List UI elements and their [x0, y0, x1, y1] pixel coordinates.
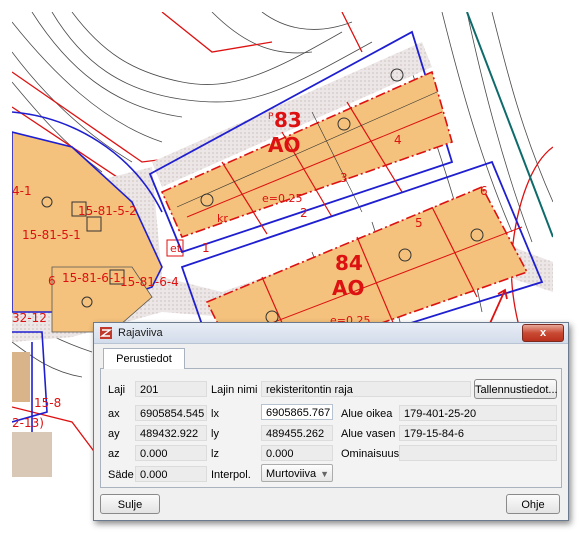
- point-number: 1: [202, 241, 210, 255]
- alue-vasen-field: 179-15-84-6: [399, 425, 557, 441]
- interpol-select[interactable]: Murtoviiva ▼: [261, 464, 333, 482]
- ax-label: ax: [108, 408, 120, 420]
- block83-zone-label: AO: [268, 133, 300, 157]
- alue-vasen-label: Alue vasen: [341, 428, 396, 440]
- ominaisuus-field: [399, 445, 557, 461]
- ly-field: 489455.262: [261, 425, 333, 441]
- ominaisuus-label: Ominaisuus: [341, 448, 400, 460]
- parcel-label: 15-81-5-1: [22, 228, 81, 242]
- tallennustiedot-button[interactable]: Tallennustiedot...: [474, 379, 558, 399]
- point-number: 6: [480, 184, 488, 198]
- parcel-label: 32-12: [12, 311, 47, 325]
- lz-field: 0.000: [261, 445, 333, 461]
- sade-field: 0.000: [135, 466, 207, 482]
- laji-label: Laji: [108, 384, 126, 396]
- parcel-label: 15-81-6-1: [62, 271, 121, 285]
- kr-label: kr: [217, 212, 228, 225]
- lajinimi-field: rekisteritontin raja: [261, 381, 471, 397]
- parcel-label: 15-81-5-2: [78, 204, 137, 218]
- block83-number-label: 83: [274, 108, 302, 132]
- az-label: az: [108, 448, 120, 460]
- alue-oikea-label: Alue oikea: [341, 408, 393, 420]
- sade-label: Säde: [108, 469, 134, 481]
- parcel-label: 15-8: [34, 396, 61, 410]
- rajaviiva-dialog: Rajaviiva x Perustiedot Laji 201 Lajin n…: [93, 322, 569, 521]
- close-icon: x: [539, 327, 547, 339]
- sulje-button[interactable]: Sulje: [100, 494, 160, 514]
- ohje-button[interactable]: Ohje: [506, 494, 560, 514]
- ay-field: 489432.922: [135, 425, 207, 441]
- interpol-value: Murtoviiva: [266, 468, 317, 480]
- point-number: 3: [340, 171, 348, 185]
- parcel-label: 6: [48, 274, 56, 288]
- point-number: 5: [415, 216, 423, 230]
- tab-panel-perustiedot: Laji 201 Lajin nimi rekisteritontin raja…: [100, 368, 562, 488]
- p-label: P: [268, 112, 274, 122]
- tab-perustiedot[interactable]: Perustiedot: [103, 348, 185, 369]
- lajinimi-label: Lajin nimi: [211, 384, 258, 396]
- block84-zone-label: AO: [332, 276, 364, 300]
- parcel-label: 2-13): [12, 416, 44, 430]
- app-icon: [100, 327, 112, 339]
- ay-label: ay: [108, 428, 120, 440]
- parcel-label: 15-81-6-4: [120, 275, 179, 289]
- az-field: 0.000: [135, 445, 207, 461]
- lx-label: lx: [211, 408, 219, 420]
- lx-field[interactable]: 6905865.767: [261, 404, 333, 420]
- alue-oikea-field: 179-401-25-20: [399, 405, 557, 421]
- chevron-down-icon: ▼: [320, 469, 329, 479]
- ly-label: ly: [211, 428, 219, 440]
- lz-label: lz: [211, 448, 219, 460]
- efficiency-top-label: e=0.25: [262, 192, 302, 205]
- ax-field: 6905854.545: [135, 405, 207, 421]
- et-label: et: [170, 242, 182, 255]
- laji-field: 201: [135, 381, 207, 397]
- point-number: 4: [394, 133, 402, 147]
- dialog-title: Rajaviiva: [118, 327, 163, 339]
- point-number: 2: [300, 206, 308, 220]
- interpol-label: Interpol.: [211, 469, 251, 481]
- close-window-button[interactable]: x: [522, 324, 564, 342]
- parcel-label: 4-1: [12, 184, 32, 198]
- block84-number-label: 84: [335, 251, 363, 275]
- dialog-titlebar[interactable]: Rajaviiva x: [94, 323, 568, 344]
